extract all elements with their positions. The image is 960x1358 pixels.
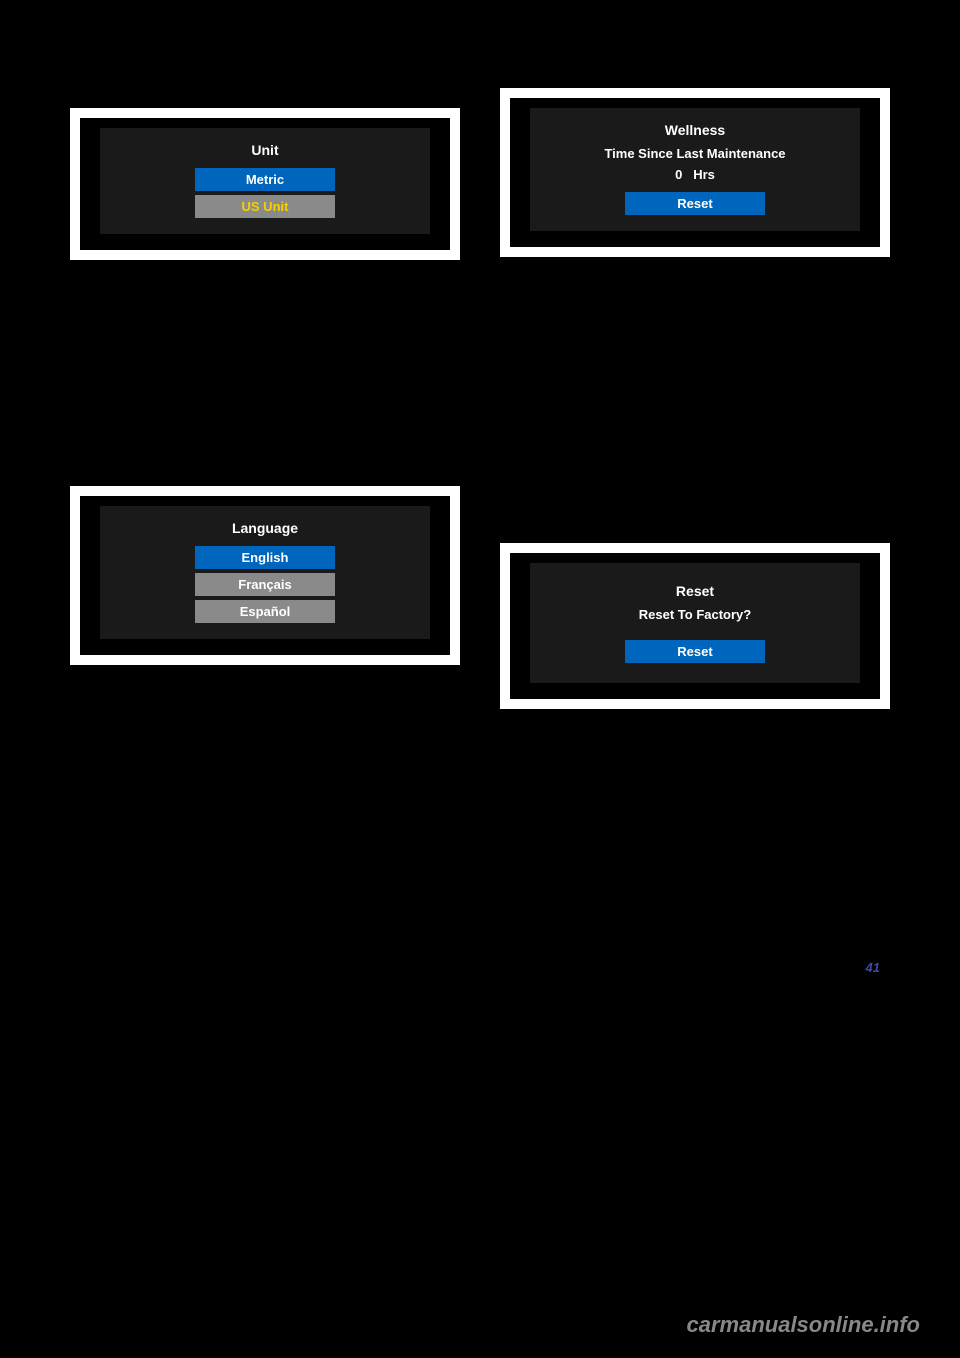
language-option-francais[interactable]: Français [195, 573, 335, 596]
unit-display-title: Unit [251, 142, 278, 158]
wellness-display-subtitle: Time Since Last Maintenance [604, 146, 785, 161]
language-display: Language English Français Español [70, 486, 460, 665]
right-column: Wellness Time Since Last Maintenance 0 H… [500, 80, 890, 727]
language-option-espanol[interactable]: Español [195, 600, 335, 623]
unit-option-metric[interactable]: Metric [195, 168, 335, 191]
footer-watermark: carmanualsonline.info [687, 1312, 921, 1338]
unit-display-inner: Unit Metric US Unit [100, 128, 430, 234]
language-display-inner: Language English Français Español [100, 506, 430, 639]
page-number-value: 41 [866, 960, 880, 975]
reset-display-title: Reset [676, 583, 714, 599]
unit-display: Unit Metric US Unit [70, 108, 460, 260]
reset-display-inner: Reset Reset To Factory? Reset [530, 563, 860, 683]
left-column: Unit Metric US Unit Language English Fra… [70, 80, 460, 727]
wellness-value-number: 0 [675, 167, 682, 182]
reset-confirm-button[interactable]: Reset [625, 640, 765, 663]
wellness-display: Wellness Time Since Last Maintenance 0 H… [500, 88, 890, 257]
wellness-value-unit: Hrs [693, 167, 715, 182]
wellness-display-value: 0 Hrs [675, 167, 715, 182]
reset-display: Reset Reset To Factory? Reset [500, 543, 890, 709]
language-display-title: Language [232, 520, 298, 536]
wellness-display-title: Wellness [665, 122, 725, 138]
language-option-english[interactable]: English [195, 546, 335, 569]
page-number: 41 [866, 960, 880, 975]
reset-display-subtitle: Reset To Factory? [639, 607, 751, 622]
wellness-display-inner: Wellness Time Since Last Maintenance 0 H… [530, 108, 860, 231]
unit-option-us[interactable]: US Unit [195, 195, 335, 218]
wellness-reset-button[interactable]: Reset [625, 192, 765, 215]
page: Unit Metric US Unit Language English Fra… [0, 0, 960, 1358]
two-column-layout: Unit Metric US Unit Language English Fra… [20, 40, 940, 727]
